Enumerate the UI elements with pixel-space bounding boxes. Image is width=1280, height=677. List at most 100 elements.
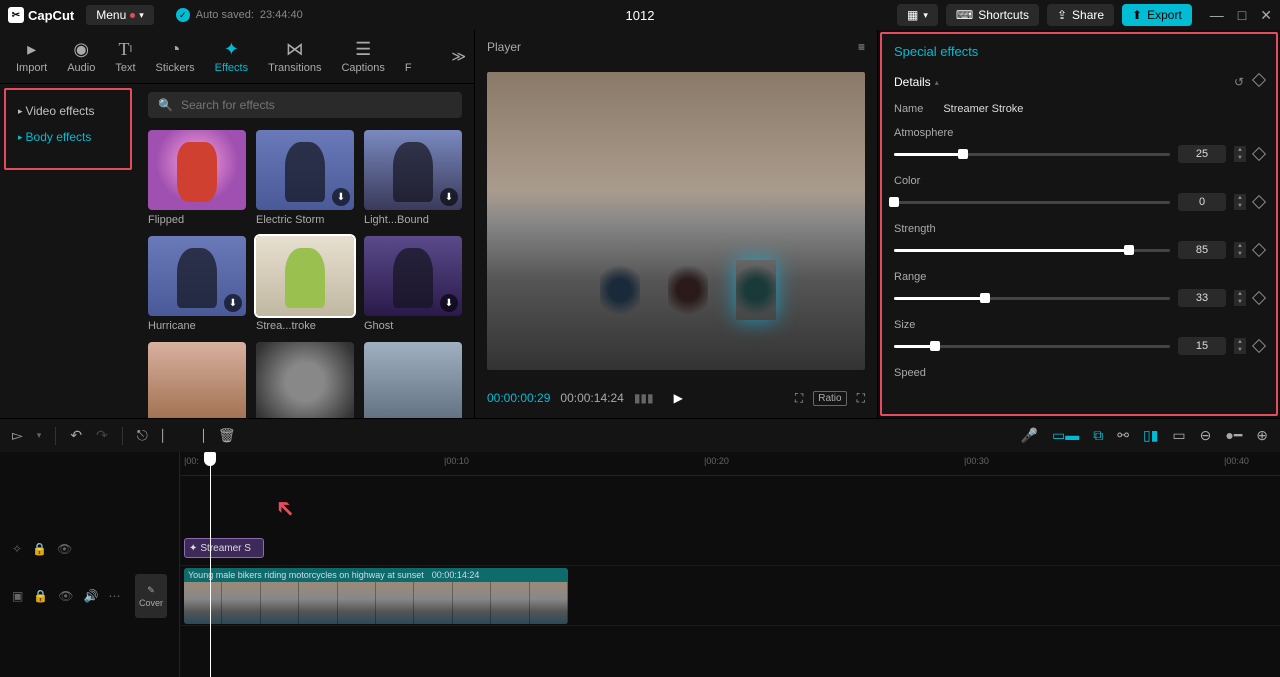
marker-button[interactable]: ▭ [1172, 427, 1185, 444]
param-slider[interactable] [894, 345, 1170, 348]
slider-thumb[interactable] [889, 197, 899, 207]
effect-item[interactable]: Flipped [148, 130, 246, 226]
export-button[interactable]: ⬆ Export [1122, 4, 1192, 26]
effect-item[interactable] [148, 342, 246, 418]
minimize-button[interactable]: — [1210, 7, 1224, 24]
tab-text[interactable]: TIText [107, 36, 143, 78]
keyframe-button[interactable] [1252, 147, 1266, 161]
share-button[interactable]: ⇪ Share [1047, 4, 1114, 26]
video-track-icon[interactable]: ▣ [12, 589, 23, 603]
category-body-effects[interactable]: ▸Body effects [10, 124, 126, 150]
keyframe-button[interactable] [1252, 291, 1266, 305]
lock-icon[interactable]: 🔒 [33, 589, 48, 603]
layout-button[interactable]: ▦ ▾ [897, 4, 938, 26]
tab-f[interactable]: F [397, 36, 412, 78]
preview-toggle[interactable]: ▯▮ [1143, 427, 1158, 444]
video-track[interactable]: Young male bikers riding motorcycles on … [180, 566, 1280, 626]
effect-track[interactable]: ✦ Streamer S [180, 532, 1280, 566]
tab-import[interactable]: ▸Import [8, 36, 55, 78]
step-down-button[interactable]: ▼ [1234, 346, 1246, 354]
eye-icon[interactable]: 👁 [58, 589, 73, 603]
trim-right-tool[interactable]: ⎹ [190, 427, 204, 444]
keyframe-button[interactable] [1252, 73, 1266, 87]
param-value[interactable]: 15 [1178, 337, 1226, 355]
effect-clip[interactable]: ✦ Streamer S [184, 538, 264, 558]
effect-item[interactable]: ⬇Hurricane [148, 236, 246, 332]
zoom-slider[interactable]: ●━ [1225, 427, 1242, 444]
effect-item[interactable] [364, 342, 462, 418]
step-down-button[interactable]: ▼ [1234, 154, 1246, 162]
step-down-button[interactable]: ▼ [1234, 202, 1246, 210]
effect-item[interactable]: Strea...troke [256, 236, 354, 332]
step-down-button[interactable]: ▼ [1234, 250, 1246, 258]
player-menu-button[interactable]: ≡ [858, 40, 865, 54]
trim-left-tool[interactable]: ⎸ [162, 427, 176, 444]
effect-item[interactable]: ⬇Electric Storm [256, 130, 354, 226]
delete-tool[interactable]: 🗑 [218, 427, 236, 444]
play-button[interactable]: ▶ [674, 391, 683, 405]
mic-button[interactable]: 🎤 [1021, 427, 1038, 444]
search-input[interactable] [181, 98, 452, 112]
playhead[interactable] [210, 452, 211, 677]
menu-button[interactable]: Menu ▾ [86, 5, 154, 25]
select-tool[interactable]: ▻ [12, 427, 23, 444]
step-up-button[interactable]: ▲ [1234, 146, 1246, 154]
tab-transitions[interactable]: ⋈Transitions [260, 36, 329, 78]
param-value[interactable]: 33 [1178, 289, 1226, 307]
link-toggle[interactable]: ⚯ [1117, 427, 1129, 444]
keyframe-button[interactable] [1252, 243, 1266, 257]
effect-item[interactable]: ⬇Ghost [364, 236, 462, 332]
eye-icon[interactable]: 👁 [57, 542, 72, 556]
shortcuts-button[interactable]: ⌨ Shortcuts [946, 4, 1039, 26]
timeline-tracks[interactable]: |00: |00:10 |00:20 |00:30 |00:40 ➔ ✦ Str… [180, 452, 1280, 677]
effect-item[interactable] [256, 342, 354, 418]
star-icon[interactable]: ✧ [12, 542, 22, 556]
reset-button[interactable]: ↺ [1234, 75, 1244, 89]
param-value[interactable]: 85 [1178, 241, 1226, 259]
cover-button[interactable]: ✎ Cover [135, 574, 167, 618]
zoom-in-button[interactable]: ⊕ [1256, 427, 1268, 444]
param-slider[interactable] [894, 153, 1170, 156]
magnet-toggle[interactable]: ⧉ [1093, 427, 1103, 444]
more-tabs-button[interactable]: ≫ [451, 48, 466, 65]
param-value[interactable]: 25 [1178, 145, 1226, 163]
volume-bars-icon[interactable]: ▮▮▮ [634, 391, 654, 405]
slider-thumb[interactable] [930, 341, 940, 351]
playhead-handle[interactable] [204, 452, 216, 466]
step-up-button[interactable]: ▲ [1234, 290, 1246, 298]
step-up-button[interactable]: ▲ [1234, 242, 1246, 250]
param-slider[interactable] [894, 201, 1170, 204]
details-header[interactable]: Details ▴ [894, 75, 939, 89]
mute-icon[interactable]: 🔊 [84, 589, 99, 603]
timeline-ruler[interactable]: |00: |00:10 |00:20 |00:30 |00:40 [180, 452, 1280, 476]
tab-captions[interactable]: ☰Captions [333, 36, 392, 78]
lock-icon[interactable]: 🔒 [32, 542, 47, 556]
redo-button[interactable]: ↷ [96, 427, 108, 444]
effects-search[interactable]: 🔍 [148, 92, 462, 118]
undo-button[interactable]: ↶ [70, 427, 82, 444]
slider-thumb[interactable] [980, 293, 990, 303]
close-button[interactable]: ✕ [1260, 7, 1272, 24]
slider-thumb[interactable] [958, 149, 968, 159]
effect-item[interactable]: ⬇Light...Bound [364, 130, 462, 226]
more-icon[interactable]: ⋯ [108, 589, 120, 603]
keyframe-button[interactable] [1252, 195, 1266, 209]
step-down-button[interactable]: ▼ [1234, 298, 1246, 306]
tab-audio[interactable]: ◉Audio [59, 36, 103, 78]
video-clip[interactable]: Young male bikers riding motorcycles on … [184, 568, 568, 624]
fullscreen-button[interactable]: ⛶ [857, 391, 865, 406]
step-up-button[interactable]: ▲ [1234, 194, 1246, 202]
player-viewport[interactable] [487, 72, 865, 370]
tab-stickers[interactable]: ◔Stickers [148, 36, 203, 78]
step-up-button[interactable]: ▲ [1234, 338, 1246, 346]
category-video-effects[interactable]: ▸Video effects [10, 98, 126, 124]
zoom-out-button[interactable]: ⊖ [1200, 427, 1212, 444]
keyframe-button[interactable] [1252, 339, 1266, 353]
split-tool[interactable]: ⎋ [137, 427, 148, 444]
param-slider[interactable] [894, 249, 1170, 252]
slider-thumb[interactable] [1124, 245, 1134, 255]
snap-toggle[interactable]: ▭▬ [1052, 427, 1079, 444]
param-slider[interactable] [894, 297, 1170, 300]
tab-effects[interactable]: ✦Effects [207, 36, 256, 78]
ratio-button[interactable]: Ratio [813, 391, 846, 406]
